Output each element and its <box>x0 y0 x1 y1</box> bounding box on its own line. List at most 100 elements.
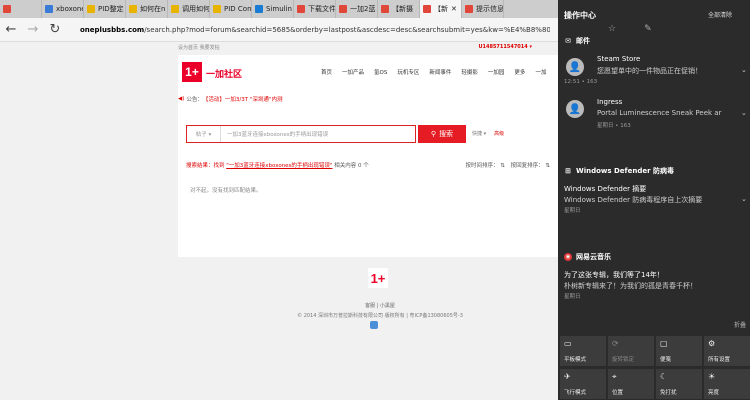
sort-arrows-icon[interactable]: ⇅ <box>545 163 550 169</box>
footer-links[interactable]: 客服 | 小黑屋 <box>340 302 420 309</box>
pdf-icon <box>87 5 95 13</box>
browser-tab[interactable]: 如何在n <box>126 0 168 18</box>
advanced-search-link[interactable]: 高级 <box>494 130 504 137</box>
pdf-icon <box>129 5 137 13</box>
sort-arrows-icon[interactable]: ⇅ <box>500 163 505 169</box>
nav-item-more[interactable]: 更多 <box>509 68 530 76</box>
clear-all-button[interactable]: 全部清除 <box>708 10 732 19</box>
chevron-down-icon[interactable]: ⌄ <box>741 195 747 203</box>
search-button[interactable]: ⚲ 搜索 <box>418 125 466 143</box>
top-strip: 设为首页 我要发帖 U1485711547014 ▾ <box>178 44 558 54</box>
page-icon <box>381 5 389 13</box>
no-results-message: 对不起，没有找到匹配结果。 <box>190 188 262 194</box>
browser-tab[interactable] <box>0 0 42 18</box>
page-icon <box>339 5 347 13</box>
content-card: 1+ 一加社区 首页 一加产品 氢OS 玩机专区 新闻事件 轻摄影 一加园 更多… <box>178 55 558 257</box>
collapse-button[interactable]: 折叠 <box>734 320 746 329</box>
quick-action-airplane-mode[interactable]: ✈ 飞行模式 <box>560 369 606 399</box>
page-icon <box>45 5 53 13</box>
browser-tab[interactable]: 调用如何 <box>168 0 210 18</box>
quick-action-note[interactable]: ▢ 便笺 <box>656 336 702 366</box>
browser-tab[interactable]: xboxone <box>42 0 84 18</box>
ac-top-icons: ☆ ✎ <box>608 24 652 34</box>
sort-by-reply[interactable]: 按回复排序： <box>511 163 544 169</box>
nav-item-oneplus[interactable]: 一加 <box>530 68 551 76</box>
main-nav: 首页 一加产品 氢OS 玩机专区 新闻事件 轻摄影 一加园 更多 一加 <box>316 68 551 76</box>
browser-tab[interactable]: PID Con <box>210 0 252 18</box>
browser-tab[interactable]: 下载文件 <box>294 0 336 18</box>
footer-logo: 1+ <box>368 268 388 288</box>
hub-icon[interactable]: ☆ <box>608 24 616 34</box>
web-page: 设为首页 我要发帖 U1485711547014 ▾ 1+ 一加社区 首页 一加… <box>0 42 558 400</box>
nav-item-garden[interactable]: 一加园 <box>483 68 510 76</box>
airplane-icon: ✈ <box>564 372 571 381</box>
action-center: ☆ ✎ 操作中心 全部清除 ✉ 邮件 👤 Steam Store 您愿望单中的一… <box>558 0 750 400</box>
page-icon <box>423 5 431 13</box>
nav-item-tinkering[interactable]: 玩机专区 <box>392 68 424 76</box>
music-section-header[interactable]: ◉ 网易云音乐 <box>564 252 611 262</box>
chevron-down-icon[interactable]: ⌄ <box>741 109 747 117</box>
netease-music-icon: ◉ <box>564 253 572 261</box>
quick-action-quiet-hours[interactable]: ☾ 免打扰 <box>656 369 702 399</box>
footer-copyright: © 2014 深圳市万普拉斯科技有限公司 版权所有 | 粤ICP备1308060… <box>297 313 463 319</box>
url-path: /search.php?mod=forum&searchid=5685&orde… <box>144 25 550 34</box>
top-links[interactable]: 设为首页 我要发帖 <box>178 45 220 51</box>
url-field[interactable]: oneplusbbs.com/search.php?mod=forum&sear… <box>80 26 550 34</box>
page-icon <box>255 5 263 13</box>
nav-item-photography[interactable]: 轻摄影 <box>456 68 483 76</box>
quick-action-brightness[interactable]: ☀ 亮度 <box>704 369 750 399</box>
windows-logo-icon: ⊞ <box>565 167 571 175</box>
avatar: 👤 <box>566 58 584 76</box>
close-icon[interactable]: ✕ <box>451 5 457 13</box>
nav-item-hydrogen-os[interactable]: 氢OS <box>369 68 392 76</box>
quick-action-tablet-mode[interactable]: ▭ 平板模式 <box>560 336 606 366</box>
browser-tab[interactable]: 一加2蓝 <box>336 0 378 18</box>
results-bar: 搜索结果：找到 "一加3蓝牙连接xboxones的手柄出现错误" 相关内容 0 … <box>186 161 550 169</box>
quick-action-rotation-lock[interactable]: ⟳ 旋转锁定 <box>608 336 654 366</box>
quick-action-all-settings[interactable]: ⚙ 所有设置 <box>704 336 750 366</box>
user-id[interactable]: U1485711547014 ▾ <box>478 44 532 50</box>
search-options: 快捷 ▾ 高级 <box>472 130 504 137</box>
speaker-icon: ◀) <box>178 96 185 102</box>
announcement-link[interactable]: 一加3/3T "深圳通"内测 <box>225 95 283 103</box>
browser-tab-active[interactable]: 【新 ✕ <box>420 0 462 18</box>
quick-search-link[interactable]: 快捷 ▾ <box>472 130 486 137</box>
forward-icon[interactable]: → <box>22 19 44 41</box>
note-icon: ▢ <box>660 339 668 348</box>
announcement: ◀) 公告： 【活动】 一加3/3T "深圳通"内测 <box>178 95 282 103</box>
action-center-title: 操作中心 <box>564 11 596 20</box>
browser-tab[interactable]: PID整定 <box>84 0 126 18</box>
address-bar: ← → ↻ oneplusbbs.com/search.php?mod=foru… <box>0 18 560 42</box>
search-icon: ⚲ <box>430 130 437 138</box>
oneplus-logo[interactable]: 1+ <box>182 62 202 82</box>
sort-options: 按时间排序： ⇅ 按回复排序： ⇅ <box>466 161 551 169</box>
sort-by-time[interactable]: 按时间排序： <box>466 163 499 169</box>
site-name[interactable]: 一加社区 <box>206 67 242 80</box>
chevron-down-icon[interactable]: ⌄ <box>741 66 747 74</box>
moon-icon: ☾ <box>660 372 668 381</box>
security-badge-icon[interactable] <box>370 321 378 329</box>
mail-icon: ✉ <box>565 37 571 45</box>
url-domain: oneplusbbs.com <box>80 25 145 34</box>
nav-item-news[interactable]: 新闻事件 <box>424 68 456 76</box>
refresh-icon[interactable]: ↻ <box>44 19 66 41</box>
defender-section-header[interactable]: ⊞ Windows Defender 防病毒 <box>564 166 674 176</box>
search-input[interactable]: 一加3蓝牙连接xboxones的手柄出现错误 <box>221 126 415 142</box>
back-icon[interactable]: ← <box>0 19 22 41</box>
browser-tab[interactable]: 【新摄 <box>378 0 420 18</box>
mail-section-header[interactable]: ✉ 邮件 <box>564 36 590 46</box>
nav-item-products[interactable]: 一加产品 <box>337 68 369 76</box>
page-icon <box>465 5 473 13</box>
browser-tab[interactable]: 提示信息 <box>462 0 504 18</box>
pen-icon[interactable]: ✎ <box>644 24 652 34</box>
location-icon: ⌖ <box>612 372 617 381</box>
results-query: "一加3蓝牙连接xboxones的手柄出现错误" <box>226 163 333 169</box>
search-type-dropdown[interactable]: 帖子 ▾ <box>187 126 221 142</box>
announcement-label: 公告： <box>186 97 203 103</box>
nav-item-home[interactable]: 首页 <box>316 68 337 76</box>
quick-action-location[interactable]: ⌖ 位置 <box>608 369 654 399</box>
pdf-icon <box>171 5 179 13</box>
browser-tab[interactable]: Simulin <box>252 0 294 18</box>
announcement-tag[interactable]: 【活动】 <box>203 95 225 103</box>
pdf-icon <box>213 5 221 13</box>
